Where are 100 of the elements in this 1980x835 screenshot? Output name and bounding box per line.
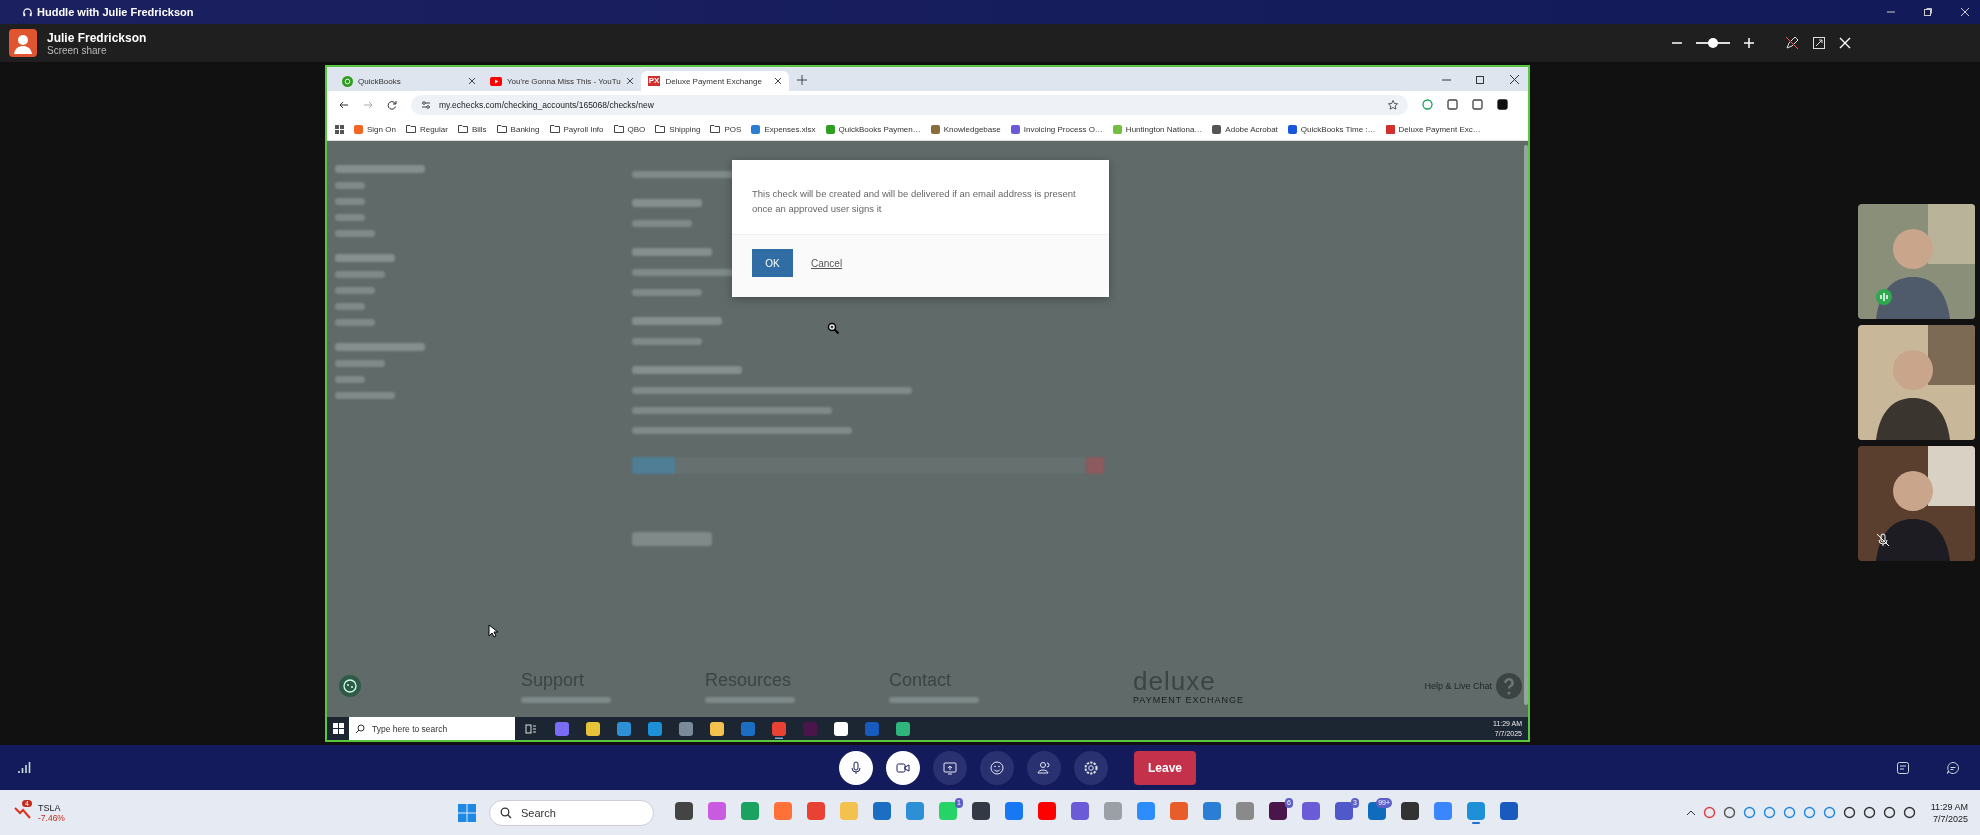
bookmark[interactable]: QBO xyxy=(613,124,646,134)
bookmark[interactable]: Shipping xyxy=(655,124,701,134)
blurred-text xyxy=(632,199,702,207)
extension-icon[interactable] xyxy=(1447,99,1458,110)
bookmark[interactable]: Huntington Nationa… xyxy=(1112,124,1203,134)
clock-time: 11:29 AM xyxy=(1930,800,1968,813)
tray-icon[interactable] xyxy=(1842,806,1856,819)
blurred-text xyxy=(335,198,365,205)
play-icon xyxy=(490,76,502,86)
cancel-link[interactable]: Cancel xyxy=(811,257,843,269)
bookmark[interactable]: POS xyxy=(710,124,742,134)
bookmark[interactable]: Banking xyxy=(496,124,540,134)
settings-icon xyxy=(1083,759,1099,776)
site-icon xyxy=(342,75,353,87)
site-settings-icon[interactable] xyxy=(421,99,431,110)
stock-symbol: TSLA xyxy=(38,802,62,813)
folder-icon xyxy=(613,125,624,133)
presenter-name: Julie Fredrickson xyxy=(47,30,147,45)
folder-icon xyxy=(655,125,666,133)
bookmark[interactable]: Knowledgebase xyxy=(930,124,1001,134)
tray-icon[interactable] xyxy=(1902,806,1916,819)
tray-icon[interactable] xyxy=(1882,806,1896,819)
app-icon[interactable] xyxy=(834,721,848,739)
folder-icon xyxy=(457,125,468,133)
address-bar[interactable]: my.echecks.com/checking_accounts/165068/checks/new xyxy=(411,94,1408,115)
site-logo: PX xyxy=(647,76,661,86)
bookmark[interactable]: Adobe Acrobat xyxy=(1212,124,1278,134)
chat-icon[interactable] xyxy=(1946,760,1960,775)
extension-icon[interactable] xyxy=(1472,99,1483,110)
camera-button[interactable] xyxy=(886,750,920,785)
blurred-text xyxy=(632,289,702,296)
zoom-cursor-icon xyxy=(827,322,839,334)
microphone-button[interactable] xyxy=(839,750,873,785)
headset-icon xyxy=(22,6,33,18)
tray-icon[interactable] xyxy=(1862,806,1876,819)
app-icon[interactable] xyxy=(586,721,600,739)
share-screen-icon xyxy=(942,759,958,776)
blurred-text xyxy=(335,214,365,221)
folder-icon xyxy=(549,125,560,133)
blurred-text xyxy=(335,392,395,399)
restore-icon[interactable] xyxy=(1476,75,1485,84)
stock-chart-icon xyxy=(14,804,32,821)
ok-button[interactable]: OK xyxy=(752,249,793,277)
folder-icon xyxy=(710,125,721,133)
cookie-icon[interactable] xyxy=(339,675,361,697)
close-icon[interactable] xyxy=(773,77,782,85)
bookmark-star-icon[interactable] xyxy=(1388,99,1398,110)
tray-icon[interactable] xyxy=(1722,806,1736,819)
people-icon xyxy=(1036,759,1052,776)
close-icon[interactable] xyxy=(468,77,476,85)
back-icon[interactable] xyxy=(339,99,349,110)
search-field[interactable]: Search xyxy=(489,799,654,826)
restore-icon[interactable] xyxy=(1923,7,1933,17)
browser-tab[interactable]: You're Gonna Miss This - YouTu xyxy=(483,71,641,91)
new-tab-icon[interactable] xyxy=(796,75,807,85)
reactions-button[interactable] xyxy=(980,750,1014,785)
pen-off-icon[interactable] xyxy=(1784,35,1800,51)
bookmark[interactable]: Regular xyxy=(405,124,448,134)
folder-icon xyxy=(496,125,507,133)
microphone-icon xyxy=(848,759,864,776)
clock-date: 7/7/2025 xyxy=(1931,812,1968,825)
apps-icon[interactable] xyxy=(335,124,344,134)
notes-icon[interactable] xyxy=(1896,760,1910,775)
settings-button[interactable] xyxy=(1074,750,1108,785)
bookmark[interactable]: QuickBooks Paymen… xyxy=(825,124,921,134)
app-icon[interactable] xyxy=(896,721,910,739)
extension-icon[interactable] xyxy=(1497,99,1508,110)
participants-button[interactable] xyxy=(1027,750,1061,785)
logo-tagline: PAYMENT EXCHANGE xyxy=(1133,695,1245,705)
bookmark[interactable]: Deluxe Payment Exc… xyxy=(1385,124,1481,134)
blurred-text xyxy=(632,220,692,227)
bookmark[interactable]: Expenses.xlsx xyxy=(751,124,816,134)
browser-tab[interactable]: PX Deluxe Payment Exchange xyxy=(640,71,789,91)
blurred-text xyxy=(335,287,375,294)
leave-button[interactable]: Leave xyxy=(1134,750,1196,785)
blurred-text xyxy=(335,303,365,310)
bookmark[interactable]: Bills xyxy=(457,124,487,134)
reload-icon[interactable] xyxy=(387,99,397,110)
pointer-icon xyxy=(488,624,498,638)
browser-tab[interactable]: QuickBooks xyxy=(335,71,483,91)
bookmark[interactable]: QuickBooks Time :… xyxy=(1287,124,1376,134)
stock-change: -7.46% xyxy=(38,812,65,823)
zoom-in-icon[interactable] xyxy=(1742,36,1756,50)
presenter-status: Screen share xyxy=(47,44,108,56)
bookmark[interactable]: Sign On xyxy=(354,124,396,134)
bookmark[interactable]: Payroll Info xyxy=(549,124,604,134)
blurred-text xyxy=(335,254,395,262)
close-icon[interactable] xyxy=(625,77,634,85)
share-screen-button[interactable] xyxy=(933,750,967,785)
app-icon[interactable] xyxy=(772,721,786,739)
search-icon xyxy=(355,723,365,734)
close-icon[interactable] xyxy=(1510,75,1519,84)
blurred-text xyxy=(335,319,375,326)
app-icon[interactable] xyxy=(710,721,724,739)
scrollbar[interactable] xyxy=(1524,145,1528,705)
mic-off-icon xyxy=(1876,533,1890,547)
avatar-icon xyxy=(9,29,37,57)
expand-icon[interactable] xyxy=(1812,36,1826,50)
search-field[interactable]: Type here to search xyxy=(349,717,515,740)
bookmark[interactable]: Invoicing Process O… xyxy=(1010,124,1103,134)
